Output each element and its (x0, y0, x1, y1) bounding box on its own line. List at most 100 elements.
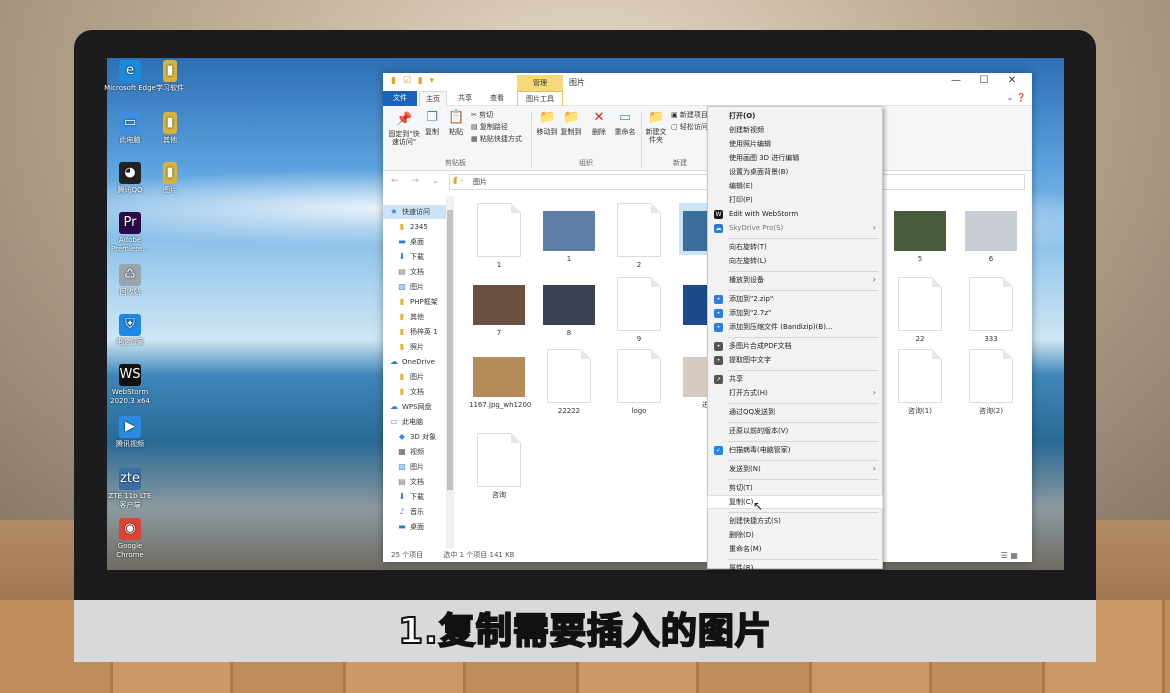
file-tile[interactable]: logo (609, 349, 669, 416)
file-tile[interactable]: 2 (609, 203, 669, 270)
nav-item[interactable]: ▦ 视频 (383, 445, 447, 459)
pin-quick-access-button[interactable]: 📌 固定到"快速访问" (387, 112, 421, 146)
nav-item[interactable]: ⬇ 下载 (383, 490, 447, 504)
file-tile[interactable]: 5 (890, 203, 950, 264)
nav-item[interactable]: ▮ 图片 (383, 370, 447, 384)
copy-to-button[interactable]: 📁 复制到 (559, 110, 583, 136)
context-menu-item[interactable]: 剪切(T) (708, 482, 882, 494)
context-menu-item[interactable]: 还原以前的版本(V) (708, 425, 882, 437)
file-tile[interactable]: 1 (539, 203, 599, 264)
tab-view[interactable]: 查看 (483, 91, 511, 106)
context-menu-item[interactable]: • 添加到"2.7z" (708, 307, 882, 319)
new-item-button[interactable]: ▣ 新建项目 (671, 111, 708, 120)
cut-button[interactable]: ✂ 剪切 (471, 111, 493, 120)
nav-item[interactable]: ▮ PHP框架 (383, 295, 447, 309)
context-menu-item[interactable]: • 提取图中文字 (708, 354, 882, 366)
copy-button[interactable]: ❐ 复制 (421, 110, 443, 136)
context-menu-item[interactable]: 创建快捷方式(S) (708, 515, 882, 527)
context-menu-item[interactable]: 播放到设备 › (708, 274, 882, 286)
rename-button[interactable]: ▭ 重命名 (612, 110, 638, 136)
view-toggle[interactable]: ☰ ▦ (1001, 549, 1018, 562)
file-tile[interactable]: 8 (539, 277, 599, 338)
nav-item[interactable]: ▮ 照片 (383, 340, 447, 354)
context-menu-item[interactable]: 向右旋转(T) (708, 241, 882, 253)
nav-item[interactable]: ▮ 2345 (383, 220, 447, 234)
nav-item[interactable]: ▤ 文档 (383, 265, 447, 279)
context-menu-item[interactable]: 重命名(M) (708, 543, 882, 555)
nav-item[interactable]: ▧ 图片 (383, 280, 447, 294)
manage-context-tab[interactable]: 管理 (517, 75, 563, 91)
paste-shortcut-button[interactable]: ▦ 粘贴快捷方式 (471, 135, 522, 144)
context-menu-item[interactable]: 复制(C) (707, 495, 883, 509)
nav-item[interactable]: ▧ 图片 (383, 460, 447, 474)
nav-item[interactable]: ▮ 文档 (383, 385, 447, 399)
desktop-icon-item[interactable]: ▶ 腾讯视频 (104, 416, 156, 449)
file-tile[interactable]: 333 (961, 277, 1021, 344)
scroll-thumb[interactable] (447, 210, 453, 490)
desktop-icon-item[interactable]: ⛨ 电脑管家 (104, 314, 156, 347)
file-tile[interactable]: 1167.jpg_wh1200 (469, 349, 531, 410)
nav-item[interactable]: ♪ 音乐 (383, 505, 447, 519)
help-icon[interactable]: ⌄ ❓ (1007, 93, 1026, 102)
nav-item[interactable]: ◆ 3D 对象 (383, 430, 447, 444)
nav-item[interactable]: ▬ 桌面 (383, 520, 447, 534)
context-menu-item[interactable]: • 添加到压缩文件 (Bandizip)(B)... (708, 321, 882, 333)
desktop-icon-item[interactable]: ◉ Google Chrome (104, 518, 156, 560)
file-tile[interactable]: 7 (469, 277, 529, 338)
tab-picture-tools[interactable]: 图片工具 (517, 91, 563, 106)
context-menu-item[interactable]: • 添加到"2.zip" (708, 293, 882, 305)
context-menu-item[interactable]: ✓ 扫描病毒(电脑管家) (708, 444, 882, 456)
move-to-button[interactable]: 📁 移动到 (535, 110, 559, 136)
file-tile[interactable]: 22222 (539, 349, 599, 416)
desktop-icon-item[interactable]: ▮ 学习软件 (144, 60, 196, 93)
desktop-icon-item[interactable]: zte ZTE 11b LTE 客户端 (104, 468, 156, 510)
desktop-icon-item[interactable]: Pr Adobe Premiere... (104, 212, 156, 254)
tab-share[interactable]: 共享 (451, 91, 479, 106)
context-menu-item[interactable]: 编辑(E) (708, 180, 882, 192)
context-menu-item[interactable]: 使用画图 3D 进行编辑 (708, 152, 882, 164)
context-menu-item[interactable]: 创建新视频 (708, 124, 882, 136)
context-menu-item[interactable]: 通过QQ发送到 (708, 406, 882, 418)
nav-item[interactable]: ▮ 杨梓英 1 (383, 325, 447, 339)
nav-scrollbar[interactable] (446, 196, 454, 548)
easy-access-button[interactable]: ▢ 轻松访问 (671, 123, 708, 132)
nav-item[interactable]: ⬇ 下载 (383, 250, 447, 264)
nav-item[interactable]: ☁ WPS网盘 (383, 400, 447, 414)
quick-access-toolbar[interactable]: ▮ ☑ ▮ ▾ (391, 76, 436, 86)
context-menu-item[interactable]: 发送到(N) › (708, 463, 882, 475)
nav-item[interactable]: ▭ 此电脑 (383, 415, 447, 429)
file-tile[interactable]: 1 (469, 203, 529, 270)
desktop-icon-item[interactable]: ▮ 其他 (144, 112, 196, 145)
nav-item[interactable]: ▬ 桌面 (383, 235, 447, 249)
nav-item[interactable]: ★ 快速访问 (383, 205, 447, 219)
desktop-icon-item[interactable]: WS WebStorm 2020.3 x64 (104, 364, 156, 406)
context-menu-item[interactable]: ☁ SkyDrive Pro(S) › (708, 222, 882, 234)
context-menu-item[interactable]: 删除(D) (708, 529, 882, 541)
context-menu-item[interactable]: 打开(O) (708, 110, 882, 122)
tab-home[interactable]: 主页 (419, 91, 447, 106)
context-menu-item[interactable]: ↗ 共享 (708, 373, 882, 385)
file-tile[interactable]: 9 (609, 277, 669, 344)
nav-item[interactable]: ▤ 文档 (383, 475, 447, 489)
desktop-icon-item[interactable]: ▮ 图片 (144, 162, 196, 195)
tab-file[interactable]: 文件 (383, 91, 417, 106)
context-menu-item[interactable]: W Edit with WebStorm (708, 208, 882, 220)
context-menu-item[interactable]: 使用照片编辑 (708, 138, 882, 150)
close-button[interactable]: ✕ (998, 75, 1026, 86)
context-menu-item[interactable]: 向左旋转(L) (708, 255, 882, 267)
minimize-button[interactable]: — (942, 75, 970, 86)
copy-path-button[interactable]: ▤ 复制路径 (471, 123, 508, 132)
nav-item[interactable]: ☁ OneDrive (383, 355, 447, 369)
context-menu-item[interactable]: 打印(P) (708, 194, 882, 206)
desktop-icon-item[interactable]: ♺ 回收站 (104, 264, 156, 297)
file-tile[interactable]: 6 (961, 203, 1021, 264)
file-tile[interactable]: 22 (890, 277, 950, 344)
context-menu-item[interactable]: 打开方式(H) › (708, 387, 882, 399)
new-folder-button[interactable]: 📁 新建文件夹 (643, 110, 669, 144)
file-tile[interactable]: 咨询 (469, 433, 529, 500)
paste-button[interactable]: 📋 粘贴 (445, 110, 467, 136)
file-tile[interactable]: 咨询(2) (961, 349, 1021, 416)
context-menu-item[interactable]: 设置为桌面背景(B) (708, 166, 882, 178)
nav-item[interactable]: ▮ 其他 (383, 310, 447, 324)
context-menu-item[interactable]: 属性(R) (708, 562, 882, 574)
